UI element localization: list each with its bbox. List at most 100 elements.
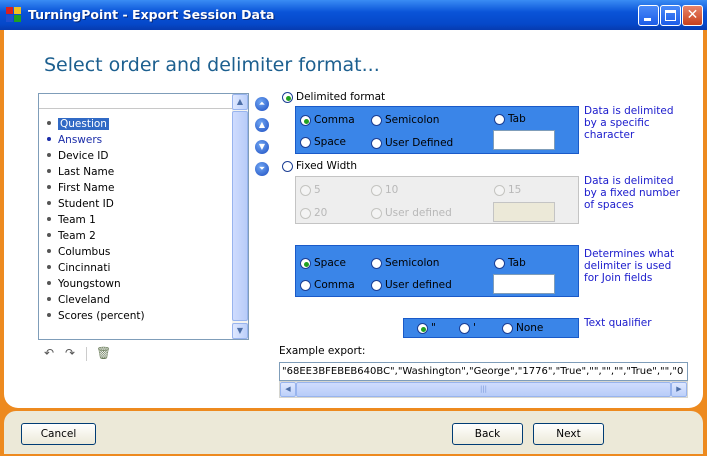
title-bar: TurningPoint - Export Session Data ✕ <box>0 0 707 30</box>
delimiter-options-panel: Comma Semicolon Tab Space User Defined <box>295 106 579 154</box>
radio-icon <box>494 184 505 196</box>
qualifier-single-quote-radio[interactable]: ' <box>459 322 476 334</box>
list-item-columbus[interactable]: Columbus <box>47 246 110 260</box>
fixed-width-note: Data is delimited by a fixed number of s… <box>584 175 680 211</box>
grip-icon: ||| <box>479 385 488 393</box>
radio-icon <box>300 279 311 291</box>
list-item-scores-percent[interactable]: Scores (percent) <box>47 310 145 324</box>
scroll-down-button[interactable]: ▼ <box>232 323 248 339</box>
list-item-last-name[interactable]: Last Name <box>47 166 114 180</box>
scroll-thumb[interactable] <box>232 111 248 321</box>
minimize-button[interactable] <box>638 5 659 26</box>
fixed-10-radio[interactable]: 10 <box>371 184 398 196</box>
join-tab-radio[interactable]: Tab <box>494 257 526 269</box>
move-to-bottom-button[interactable]: ⏷ <box>255 162 269 176</box>
scroll-left-icon: ◀ <box>285 385 291 393</box>
fixed-5-radio[interactable]: 5 <box>300 184 321 196</box>
radio-icon <box>371 114 382 126</box>
close-icon: ✕ <box>686 7 699 23</box>
delimited-format-radio[interactable]: Delimited format <box>282 91 385 103</box>
radio-icon <box>282 91 293 103</box>
qualifier-none-radio[interactable]: None <box>502 322 543 334</box>
scroll-right-button[interactable]: ▶ <box>671 382 687 397</box>
radio-icon <box>300 184 311 196</box>
delim-comma-radio[interactable]: Comma <box>300 114 355 126</box>
delimited-note: Data is delimited by a specific characte… <box>584 105 674 141</box>
scroll-right-icon: ▶ <box>676 385 682 393</box>
down-arrow-icon: ▼ <box>258 142 266 151</box>
list-item-team-2[interactable]: Team 2 <box>47 230 96 244</box>
delim-space-radio[interactable]: Space <box>300 136 346 148</box>
list-item-student-id[interactable]: Student ID <box>47 198 114 212</box>
radio-icon <box>371 184 382 196</box>
join-user-defined-radio[interactable]: User defined <box>371 279 452 291</box>
back-button[interactable]: Back <box>452 423 523 445</box>
bullet-icon <box>47 121 51 125</box>
list-item-cincinnati[interactable]: Cincinnati <box>47 262 110 276</box>
move-up-button[interactable]: ▲ <box>255 118 269 132</box>
qualifier-double-quote-radio[interactable]: " <box>417 322 436 334</box>
field-order-list[interactable]: Question Answers Device ID Last Name Fir… <box>38 93 249 340</box>
join-custom-input[interactable] <box>493 274 555 294</box>
example-horizontal-scrollbar[interactable]: ◀ ||| ▶ <box>279 381 688 398</box>
text-qualifier-panel: " ' None <box>403 318 579 338</box>
fixed-custom-input[interactable] <box>493 202 555 222</box>
list-item-youngstown[interactable]: Youngstown <box>47 278 121 292</box>
bullet-icon <box>47 233 51 237</box>
text-qualifier-label: Text qualifier <box>584 317 652 329</box>
join-space-radio[interactable]: Space <box>300 257 346 269</box>
horizontal-scroll-thumb[interactable]: ||| <box>296 382 671 397</box>
list-item-device-id[interactable]: Device ID <box>47 150 108 164</box>
radio-icon <box>371 279 382 291</box>
maximize-button[interactable] <box>660 5 681 26</box>
undo-icon[interactable]: ↶ <box>44 346 54 360</box>
list-item-first-name[interactable]: First Name <box>47 182 114 196</box>
bullet-icon <box>47 169 51 173</box>
minimize-icon <box>644 18 651 21</box>
redo-icon[interactable]: ↷ <box>65 346 75 360</box>
bullet-icon <box>47 297 51 301</box>
list-vertical-scrollbar[interactable]: ▲ ▼ <box>232 94 248 339</box>
radio-icon <box>300 257 311 269</box>
join-delimiter-panel: Space Semicolon Tab Comma User defined <box>295 245 579 297</box>
join-semicolon-radio[interactable]: Semicolon <box>371 257 439 269</box>
turningpoint-app-icon <box>6 7 22 23</box>
list-item-answers[interactable]: Answers <box>47 134 102 148</box>
bullet-icon <box>47 265 51 269</box>
bullet-icon <box>47 185 51 189</box>
radio-icon <box>502 322 513 334</box>
radio-icon <box>417 322 428 334</box>
delim-semicolon-radio[interactable]: Semicolon <box>371 114 439 126</box>
list-item-team-1[interactable]: Team 1 <box>47 214 96 228</box>
radio-icon <box>494 257 505 269</box>
list-item-cleveland[interactable]: Cleveland <box>47 294 110 308</box>
bullet-icon <box>47 249 51 253</box>
move-to-top-button[interactable]: ⏶ <box>255 97 269 111</box>
window-title: TurningPoint - Export Session Data <box>28 7 275 22</box>
delim-tab-radio[interactable]: Tab <box>494 113 526 125</box>
scroll-up-button[interactable]: ▲ <box>232 94 248 110</box>
close-button[interactable]: ✕ <box>682 5 703 26</box>
fixed-15-radio[interactable]: 15 <box>494 184 521 196</box>
delim-custom-input[interactable] <box>493 130 555 150</box>
maximize-icon <box>665 10 676 21</box>
fixed-20-radio[interactable]: 20 <box>300 207 327 219</box>
list-item-question[interactable]: Question <box>47 118 109 132</box>
double-down-arrow-icon: ⏷ <box>258 164 266 173</box>
move-down-button[interactable]: ▼ <box>255 140 269 154</box>
join-comma-radio[interactable]: Comma <box>300 279 355 291</box>
radio-icon <box>371 137 382 149</box>
example-export-field[interactable]: "68EE3BFEBEB640BC","Washington","George"… <box>279 362 688 381</box>
trash-icon[interactable]: 🗑 <box>96 346 111 360</box>
bullet-icon <box>47 153 51 157</box>
bullet-icon <box>47 313 51 317</box>
delim-user-defined-radio[interactable]: User Defined <box>371 137 453 149</box>
scroll-down-icon: ▼ <box>236 326 244 335</box>
page-title: Select order and delimiter format... <box>44 54 380 76</box>
fixed-width-radio[interactable]: Fixed Width <box>282 160 357 172</box>
next-button[interactable]: Next <box>533 423 604 445</box>
fixed-user-defined-radio[interactable]: User defined <box>371 207 452 219</box>
radio-icon <box>300 114 311 126</box>
scroll-left-button[interactable]: ◀ <box>280 382 296 397</box>
cancel-button[interactable]: Cancel <box>21 423 96 445</box>
